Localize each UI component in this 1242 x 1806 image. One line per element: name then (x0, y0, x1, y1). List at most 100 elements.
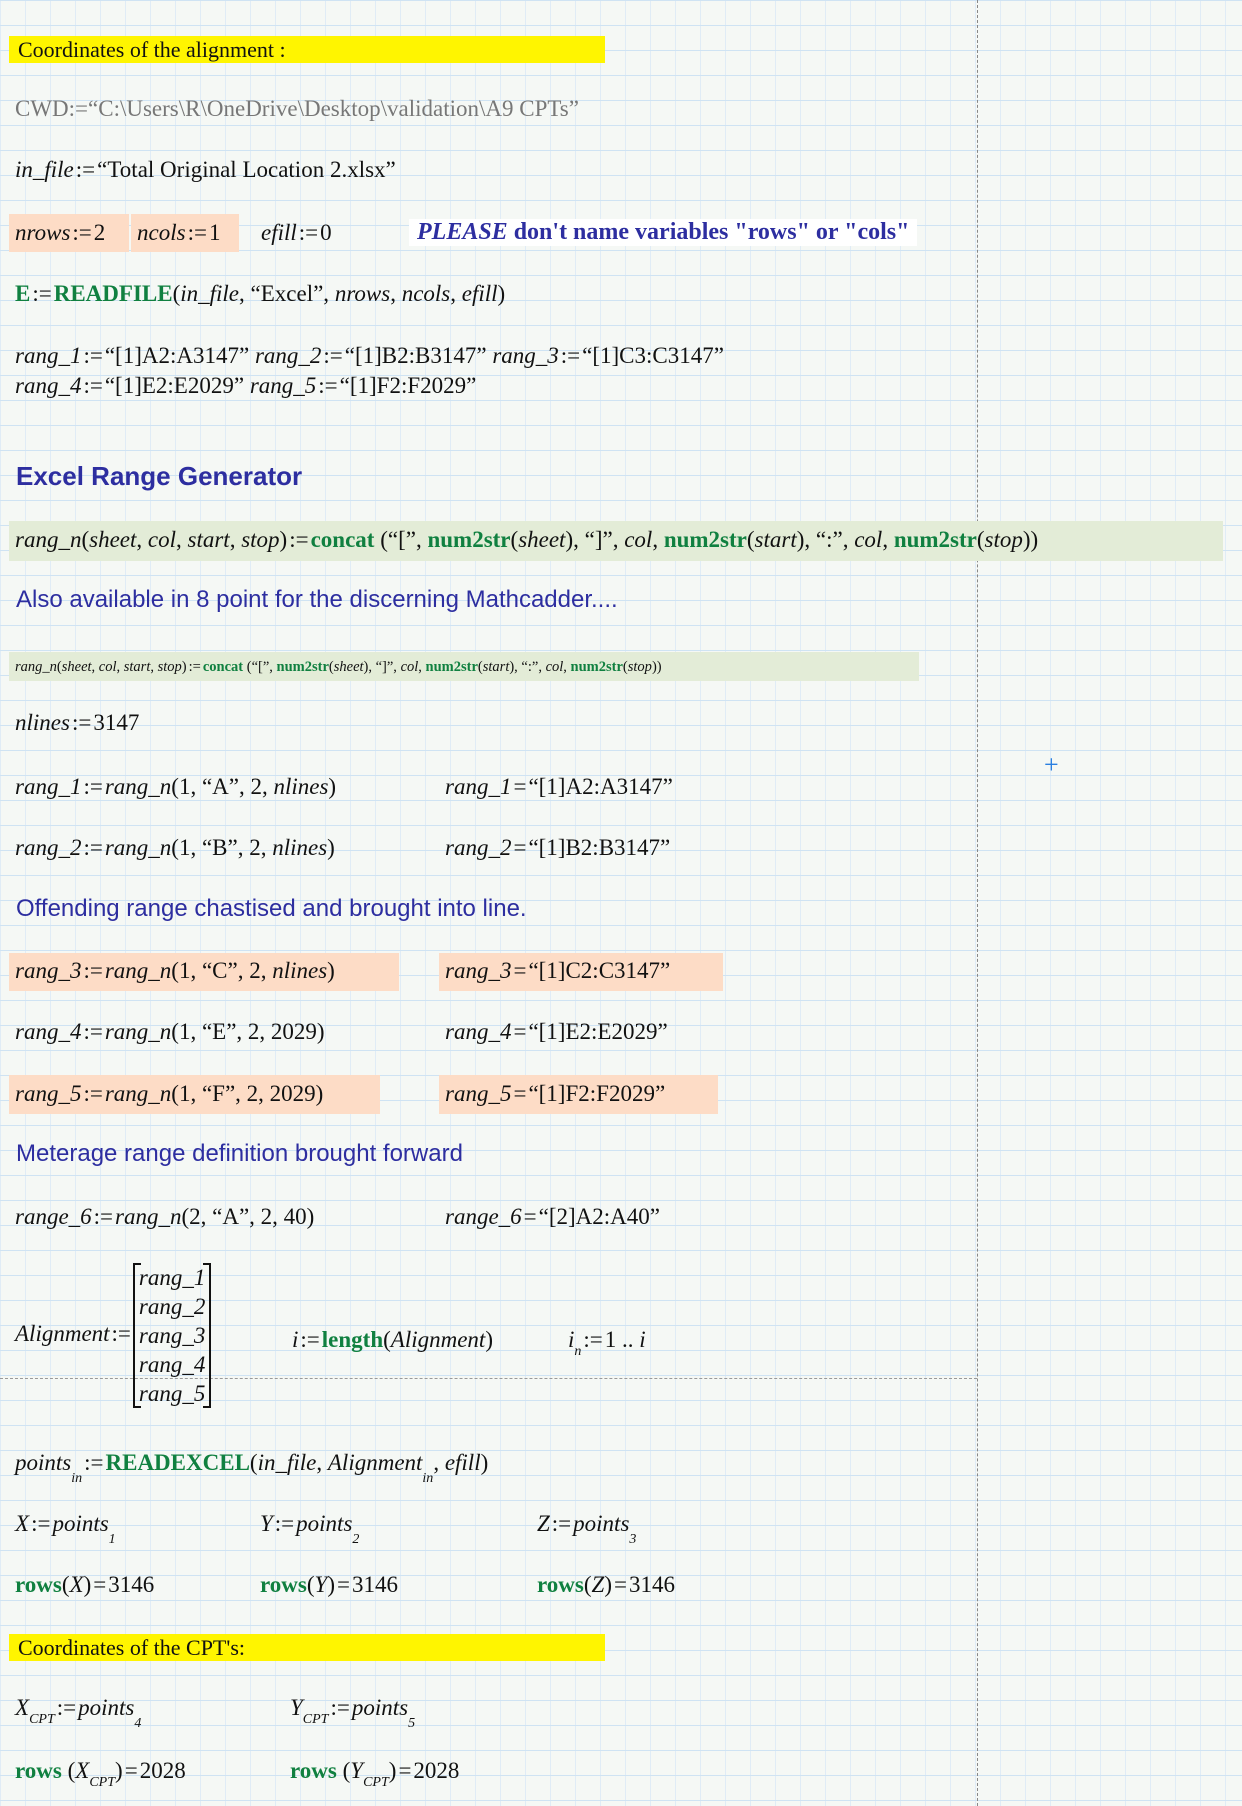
range-definitions-row-1[interactable]: rang_1:=“[1]A2:A3147” rang_2:=“[1]B2:B31… (15, 341, 724, 371)
variable-name: nlines (272, 835, 328, 860)
rows-z-result: rows(Z)=3146 (537, 1570, 675, 1600)
rang-3-call[interactable]: rang_3:=rang_n(1, “C”, 2, nlines) (15, 956, 335, 986)
ycpt-definition[interactable]: YCPT:=points5 (290, 1693, 415, 1731)
variable-name: col (545, 659, 564, 675)
rang-1-call[interactable]: rang_1:=rang_n(1, “A”, 2, nlines) (15, 772, 336, 802)
literal: , (450, 281, 462, 306)
rang-n-function-definition-small[interactable]: rang_n(sheet, col, start, stop):= concat … (15, 652, 662, 682)
operator: := (560, 343, 581, 368)
function-name: rows (537, 1572, 584, 1597)
operator: = (513, 958, 527, 983)
literal: (1, “E”, 2, 2029) (171, 1019, 325, 1044)
literal: , (652, 527, 664, 552)
subscript: CPT (302, 1712, 329, 1727)
rang-1-result: rang_1=“[1]A2:A3147” (445, 772, 673, 802)
alignment-definition[interactable]: Alignment:= rang_1 rang_2 rang_3 rang_4 rang_… (15, 1263, 212, 1408)
rang-5-call[interactable]: rang_5:=rang_n(1, “F”, 2, 2029) (15, 1079, 323, 1109)
efill-definition[interactable]: efill:=0 (261, 218, 332, 248)
matrix-element: rang_5 (138, 1381, 206, 1406)
variable-name: in_file (15, 157, 74, 182)
literal: “[1]A2:A3147” (104, 343, 255, 368)
literal: “[1]F2:F2029” (528, 1081, 666, 1106)
literal: 1 (208, 220, 221, 245)
section-header-cpt: Coordinates of the CPT's: (9, 1634, 605, 1661)
variable-name: Y (314, 1572, 328, 1597)
subscript: CPT (363, 1775, 389, 1790)
literal: ) (115, 1758, 123, 1783)
variable-name: rang_3 (445, 958, 512, 983)
range-variable-definition[interactable]: in:=1 .. i (568, 1325, 646, 1359)
length-definition[interactable]: i:=length(Alignment) (292, 1325, 493, 1355)
x-definition[interactable]: X:=points1 (15, 1509, 116, 1547)
ncols-definition[interactable]: ncols:=1 (137, 218, 220, 248)
literal: , (229, 527, 242, 552)
literal: , (316, 1450, 328, 1475)
operator: := (298, 220, 319, 245)
variable-name: rang_1 (445, 774, 512, 799)
rang-4-result: rang_4=“[1]E2:E2029” (445, 1017, 668, 1047)
literal: , (150, 659, 158, 675)
operator: = (93, 1572, 107, 1597)
literal: 1 .. (604, 1327, 640, 1352)
variable-name: Z (537, 1511, 550, 1536)
operator: := (71, 710, 92, 735)
variable-name: start (482, 659, 510, 675)
variable-name: col (400, 659, 419, 675)
literal: “[1]A2:A3147” (528, 774, 673, 799)
variable-name: nlines (272, 958, 328, 983)
variable-name: X (75, 1758, 90, 1783)
variable-name: sheet (89, 527, 137, 552)
variable-name: X (15, 1695, 30, 1720)
variable-name: rang_4 (15, 1019, 82, 1044)
operator: = (513, 1019, 527, 1044)
variable-name: sheet (333, 659, 364, 675)
literal: ( (336, 1758, 351, 1783)
variable-name: rang_4 (15, 373, 82, 398)
cwd-definition[interactable]: CWD:=“C:\Users\R\OneDrive\Desktop\valida… (15, 94, 579, 124)
rang-2-result: rang_2=“[1]B2:B3147” (445, 833, 670, 863)
note-text: don't name variables "rows" or "cols" (507, 219, 910, 245)
rows-y-result: rows(Y)=3146 (260, 1570, 398, 1600)
variable-name: efill (444, 1450, 481, 1475)
nrows-definition[interactable]: nrows:=2 (15, 218, 105, 248)
literal: “[1]E2:E2029” (528, 1019, 668, 1044)
rang-2-call[interactable]: rang_2:=rang_n(1, “B”, 2, nlines) (15, 833, 335, 863)
function-name: num2str (570, 659, 623, 675)
section-header-alignment: Coordinates of the alignment : (9, 36, 605, 63)
points-definition[interactable]: pointsin:=READEXCEL(in_file, Alignmentin… (15, 1448, 488, 1486)
literal: (1, “B”, 2, (171, 835, 273, 860)
variable-name: sheet (61, 659, 92, 675)
xcpt-definition[interactable]: XCPT:=points4 (15, 1693, 141, 1731)
in-file-definition[interactable]: in_file:=“Total Original Location 2.xlsx… (15, 155, 396, 185)
z-definition[interactable]: Z:=points3 (537, 1509, 636, 1547)
range-6-call[interactable]: range_6:=rang_n(2, “A”, 2, 40) (15, 1202, 314, 1232)
operator: := (83, 1019, 103, 1044)
nlines-definition[interactable]: nlines:=3147 (15, 708, 139, 738)
matrix-element: rang_3 (138, 1323, 206, 1348)
rang-5-result: rang_5=“[1]F2:F2029” (445, 1079, 665, 1109)
operator: := (330, 1695, 350, 1720)
operator: = (614, 1572, 627, 1597)
literal: , (176, 527, 188, 552)
variable-name: rang_3 (15, 958, 82, 983)
function-name: READEXCEL (105, 1450, 250, 1475)
range-definitions-row-2[interactable]: rang_4:=“[1]E2:E2029” rang_5:=“[1]F2:F20… (15, 371, 476, 401)
variable-name: nlines (15, 710, 70, 735)
rang-4-call[interactable]: rang_4:=rang_n(1, “E”, 2, 2029) (15, 1017, 325, 1047)
function-name: concat (310, 527, 375, 552)
variable-name: start (123, 659, 151, 675)
rows-ycpt-result: rows (YCPT)=2028 (290, 1756, 459, 1790)
operator: = (523, 1204, 537, 1229)
literal: (1, “C”, 2, (171, 958, 273, 983)
excel-range-generator-heading: Excel Range Generator (16, 461, 303, 491)
literal: ) (327, 958, 335, 983)
literal: ( (976, 527, 985, 552)
alignment-name: Alignment (15, 1320, 110, 1346)
readfile-definition[interactable]: E:=READFILE(in_file, “Excel”, nrows, nco… (15, 279, 505, 309)
function-name: rows (290, 1758, 337, 1783)
literal: (2, “A”, 2, 40) (181, 1204, 315, 1229)
literal: , (390, 281, 402, 306)
y-definition[interactable]: Y:=points2 (260, 1509, 359, 1547)
rang-n-function-definition[interactable]: rang_n(sheet, col, start, stop):=concat … (15, 525, 1038, 555)
variable-name: efill (461, 281, 498, 306)
